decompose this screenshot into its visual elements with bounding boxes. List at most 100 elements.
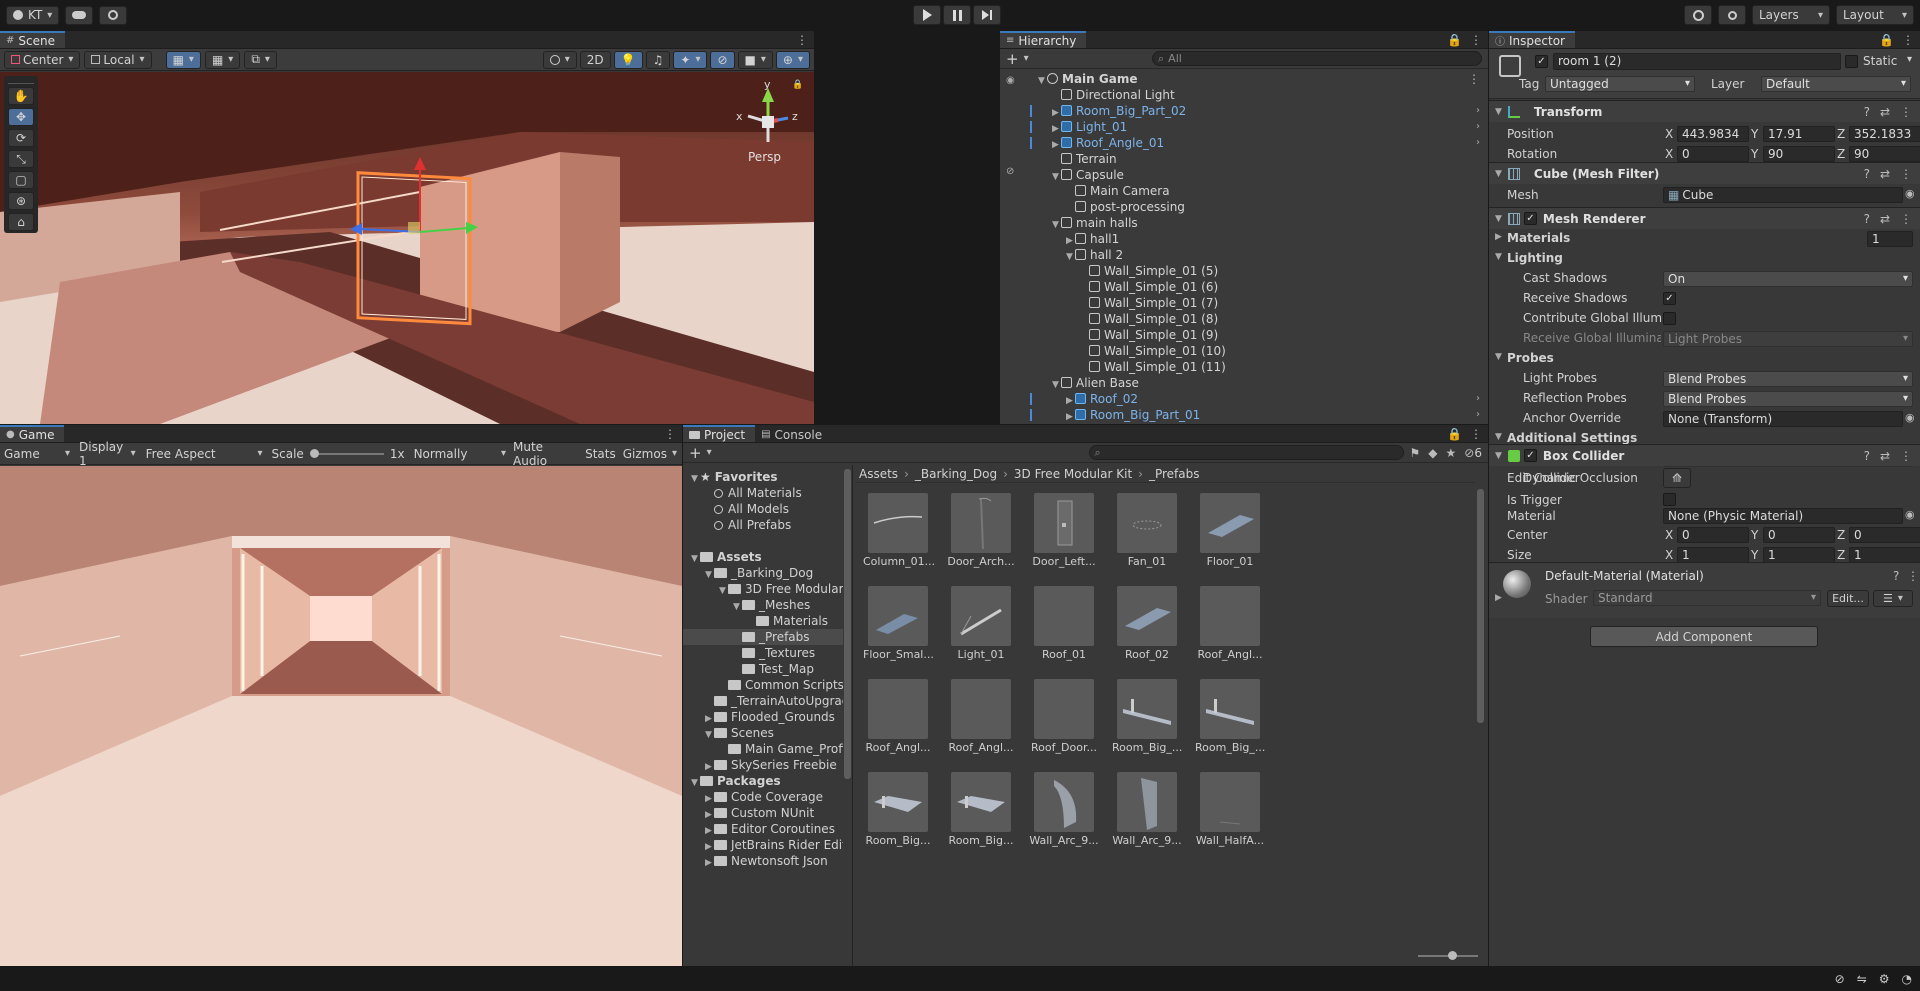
hierarchy-item[interactable]: Wall_Simple_01 (8) <box>1000 311 1488 327</box>
hierarchy-item[interactable]: Directional Light <box>1000 87 1488 103</box>
hierarchy-item[interactable]: ▶ hall1 <box>1000 231 1488 247</box>
shader-edit-button[interactable]: Edit... <box>1827 590 1869 607</box>
size-z-axis-label[interactable]: Z <box>1837 548 1845 562</box>
hierarchy-item[interactable]: ▶ Room_Big_Part_02 › <box>1000 103 1488 119</box>
hierarchy-item[interactable]: ▶Floor_Small_01› <box>1000 423 1488 424</box>
hierarchy-item[interactable]: ▼ hall 2 <box>1000 247 1488 263</box>
inspector-menu-button[interactable]: ⋮ <box>1896 31 1920 48</box>
thumbnail-size-slider[interactable] <box>1418 951 1478 960</box>
display-dropdown[interactable]: Display 1 <box>76 440 139 468</box>
materials-foldout-row[interactable]: ▶ Materials 1 <box>1489 229 1920 249</box>
hierarchy-search[interactable]: ⌕ All <box>1152 51 1482 66</box>
probes-foldout-row[interactable]: ▼ Probes <box>1489 349 1920 369</box>
materials-count-field[interactable]: 1 <box>1867 231 1913 247</box>
hierarchy-item[interactable]: ▶ Room_Big_Part_01 › <box>1000 407 1488 423</box>
scene-viewport[interactable]: ✋ ✥ ⟳ ⤡ ▢ ⊛ ⌂ y x z 🔒 Persp <box>0 72 814 424</box>
hierarchy-item[interactable]: ▼ Main Game ⋮ <box>1000 71 1488 87</box>
collider-material-field[interactable]: None (Physic Material) <box>1663 508 1903 524</box>
open-prefab-chevron-icon[interactable]: › <box>1476 391 1480 407</box>
open-prefab-chevron-icon[interactable]: › <box>1476 407 1480 423</box>
mesh-filter-menu-icon[interactable]: ⋮ <box>1900 167 1912 181</box>
box-collider-menu-icon[interactable]: ⋮ <box>1900 449 1912 463</box>
asset-item[interactable]: Room_Big_... <box>1112 679 1182 754</box>
project-tree-item[interactable]: Materials <box>683 613 843 629</box>
is-trigger-checkbox[interactable] <box>1663 493 1676 506</box>
hierarchy-menu-button[interactable]: ⋮ <box>1464 31 1488 48</box>
hierarchy-item[interactable]: Main Camera <box>1000 183 1488 199</box>
hierarchy-item[interactable]: Wall_Simple_01 (5) <box>1000 263 1488 279</box>
progress-icon[interactable]: ◔ <box>1902 972 1912 986</box>
anchor-override-field[interactable]: None (Transform) <box>1663 411 1903 427</box>
project-create-button[interactable]: + <box>689 444 712 462</box>
debug-mode-icon[interactable]: ⚙ <box>1879 972 1890 986</box>
mesh-renderer-enabled-checkbox[interactable]: ✓ <box>1523 212 1537 225</box>
preset-icon[interactable]: ⇄ <box>1880 105 1890 119</box>
play-focus-dropdown[interactable]: Normally <box>411 447 509 461</box>
move-tool-button[interactable]: ✥ <box>8 108 34 126</box>
aspect-dropdown[interactable]: Free Aspect <box>143 447 266 461</box>
foldout-arrow-icon[interactable]: ▼ <box>1495 252 1502 262</box>
mesh-field[interactable]: ▦ Cube <box>1663 187 1903 203</box>
lock-icon[interactable]: 🔒 <box>792 80 803 90</box>
scale-thumb[interactable] <box>309 448 319 458</box>
project-tree-item[interactable]: All Materials <box>683 485 843 501</box>
auto-generate-lighting-icon[interactable]: ⊘ <box>1835 972 1845 986</box>
game-menu-button[interactable]: ⋮ <box>658 425 682 442</box>
edit-collider-button[interactable]: ⟰ <box>1663 468 1691 488</box>
center-y-axis-label[interactable]: Y <box>1751 528 1758 542</box>
tab-project[interactable]: Project <box>683 425 756 442</box>
project-tree-item[interactable]: _TerrainAutoUpgrade <box>683 693 843 709</box>
rotation-y-field[interactable]: 90 <box>1763 146 1835 162</box>
hierarchy-item[interactable]: ▼ Capsule <box>1000 167 1488 183</box>
hierarchy-item[interactable]: Wall_Simple_01 (6) <box>1000 279 1488 295</box>
grid-visibility-toggle[interactable]: ▦ <box>204 50 241 69</box>
transform-tool-button[interactable]: ⊛ <box>8 192 34 210</box>
mesh-renderer-menu-icon[interactable]: ⋮ <box>1900 212 1912 226</box>
lighting-foldout-row[interactable]: ▼ Lighting <box>1489 249 1920 269</box>
draw-mode-dropdown[interactable] <box>542 50 577 69</box>
rotation-y-axis-label[interactable]: Y <box>1751 147 1758 161</box>
help-icon[interactable]: ? <box>1864 105 1870 119</box>
project-tree-item[interactable]: ▼ Packages <box>683 773 843 789</box>
search-by-type-icon[interactable]: ⚑ <box>1410 446 1421 460</box>
box-collider-help-icon[interactable]: ? <box>1864 449 1870 463</box>
camera-settings-dropdown[interactable]: ■ <box>737 50 773 69</box>
project-tree-item[interactable]: ▼ _Meshes <box>683 597 843 613</box>
material-foldout-arrow[interactable]: ▶ <box>1495 593 1502 603</box>
layout-dropdown[interactable]: Layout <box>1836 5 1914 25</box>
material-menu-icon[interactable]: ⋮ <box>1907 569 1919 583</box>
hidden-packages-icon[interactable]: ⊘ <box>1464 446 1474 460</box>
asset-item[interactable]: Wall_HalfA... <box>1195 772 1265 847</box>
position-y-axis-label[interactable]: Y <box>1751 127 1758 141</box>
project-tree-item[interactable]: ▶ SkySeries Freebie <box>683 757 843 773</box>
asset-item[interactable]: Roof_Angl... <box>1195 586 1265 661</box>
asset-item[interactable]: Roof_Door... <box>1029 679 1099 754</box>
collider-material-picker-icon[interactable]: ◉ <box>1905 508 1915 521</box>
game-display-mode-dropdown[interactable]: Game <box>2 447 72 461</box>
project-tree-item[interactable]: Test_Map <box>683 661 843 677</box>
asset-item[interactable]: Roof_Angl... <box>946 679 1016 754</box>
project-tree-item[interactable]: ▶ Custom NUnit <box>683 805 843 821</box>
asset-item[interactable]: Column_01... <box>863 493 935 568</box>
hierarchy-item[interactable]: ▶ Roof_Angle_01 › <box>1000 135 1488 151</box>
center-x-axis-label[interactable]: X <box>1665 528 1673 542</box>
visibility-eye-icon[interactable]: ◉ <box>1006 75 1015 86</box>
hidden-eye-icon[interactable]: ⊘ <box>1006 166 1014 177</box>
hierarchy-item[interactable]: Wall_Simple_01 (10) <box>1000 343 1488 359</box>
open-prefab-chevron-icon[interactable]: › <box>1476 103 1480 119</box>
layer-dropdown[interactable]: Default <box>1761 76 1911 92</box>
rotation-z-axis-label[interactable]: Z <box>1837 147 1845 161</box>
static-checkbox[interactable] <box>1845 55 1858 68</box>
project-tree-item[interactable]: _Prefabs <box>683 629 843 645</box>
position-x-field[interactable]: 443.9834 <box>1677 126 1749 142</box>
gizmos-game-dropdown[interactable]: Gizmos <box>620 447 680 461</box>
position-z-field[interactable]: 352.1833 <box>1849 126 1920 142</box>
cast-shadows-dropdown[interactable]: On <box>1663 271 1913 287</box>
project-tree-item[interactable]: ▼3D Free Modular Kit <box>683 581 843 597</box>
favorite-star-icon[interactable]: ★ <box>1446 446 1457 460</box>
center-z-field[interactable]: 0 <box>1849 527 1920 543</box>
center-x-field[interactable]: 0 <box>1677 527 1749 543</box>
grid-scrollbar[interactable] <box>1477 489 1484 723</box>
foldout-arrow-icon[interactable]: ▶ <box>1495 232 1502 242</box>
asset-item[interactable]: Fan_01 <box>1112 493 1182 568</box>
